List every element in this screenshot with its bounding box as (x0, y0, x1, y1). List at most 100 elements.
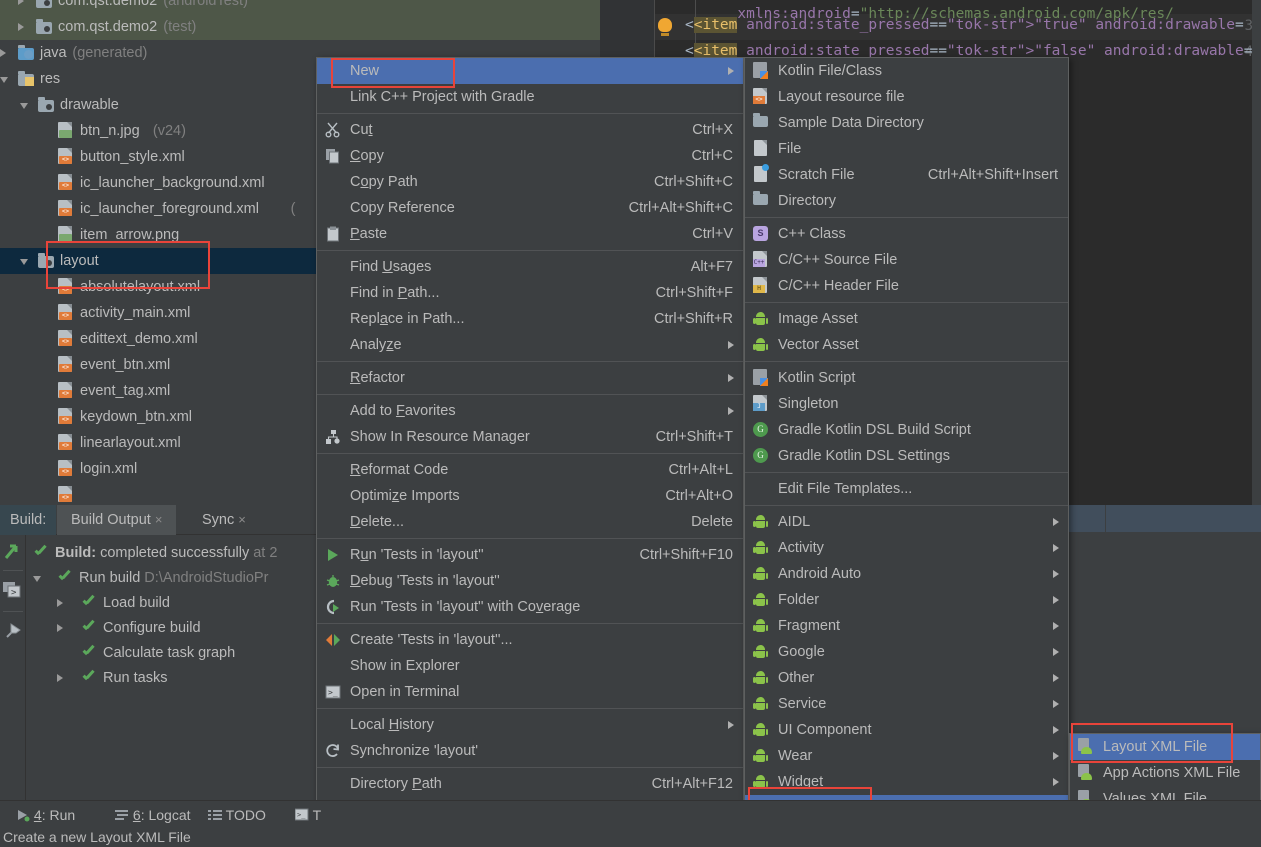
new-item-scratch-file[interactable]: Scratch File Ctrl+Alt+Shift+Insert (745, 162, 1068, 188)
menu-item-reformat-code[interactable]: Reformat Code Ctrl+Alt+L (317, 457, 743, 483)
new-item-layout-resource-file[interactable]: <> Layout resource file (745, 84, 1068, 110)
menu-item-run-tests-in-layout-with-coverage[interactable]: Run 'Tests in 'layout'' with Coverage (317, 594, 743, 620)
new-item-c-c++-source-file[interactable]: C++ C/C++ Source File (745, 247, 1068, 273)
editor-scrollbar[interactable] (1252, 0, 1261, 505)
lightbulb-icon[interactable] (658, 18, 672, 36)
pin-icon[interactable] (2, 621, 24, 643)
menu-item-analyze[interactable]: Analyze (317, 332, 743, 358)
menu-item-local-history[interactable]: Local History (317, 712, 743, 738)
menu-item-cut[interactable]: Cut Ctrl+X (317, 117, 743, 143)
chevron-right-icon[interactable] (18, 0, 24, 5)
tool-window-button-t[interactable]: >_ T (294, 801, 321, 829)
xml-item-layout-xml-file[interactable]: Layout XML File (1070, 734, 1260, 760)
new-item-wear[interactable]: Wear (745, 743, 1068, 769)
new-item-ui-component[interactable]: UI Component (745, 717, 1068, 743)
new-item-folder[interactable]: Folder (745, 587, 1068, 613)
chevron-right-icon[interactable] (57, 624, 63, 632)
new-item-gradle-kotlin-dsl-settings[interactable]: G Gradle Kotlin DSL Settings (745, 443, 1068, 469)
menu-item-open-in-terminal[interactable]: >_ Open in Terminal (317, 679, 743, 705)
tool-window-button-run[interactable]: 4: Run (16, 801, 75, 829)
chevron-right-icon[interactable] (0, 49, 6, 57)
tool-window-label: : Logcat (140, 807, 191, 823)
menu-item-replace-in-path[interactable]: Replace in Path... Ctrl+Shift+R (317, 306, 743, 332)
android-studio-window: xmlns:android="http://schemas.android.co… (0, 0, 1261, 847)
success-check-icon (81, 595, 95, 609)
chevron-right-icon[interactable] (57, 599, 63, 607)
new-item-kotlin-script[interactable]: Kotlin Script (745, 365, 1068, 391)
tree-item-com-qst-demo2[interactable]: com.qst.demo2 (test) (0, 14, 600, 40)
new-item-file[interactable]: File (745, 136, 1068, 162)
menu-item-link-c++-project-with-gradle[interactable]: Link C++ Project with Gradle (317, 84, 743, 110)
android-icon (753, 748, 768, 763)
menu-item-copy[interactable]: Copy Ctrl+C (317, 143, 743, 169)
menu-item-find-usages[interactable]: Find Usages Alt+F7 (317, 254, 743, 280)
new-item-other[interactable]: Other (745, 665, 1068, 691)
xml-file-icon: <> (58, 174, 74, 191)
menu-item-run-tests-in-layout[interactable]: Run 'Tests in 'layout'' Ctrl+Shift+F10 (317, 542, 743, 568)
menu-item-label: Wear (778, 748, 813, 764)
terminal-icon: >_ (294, 808, 309, 821)
menu-item-debug-tests-in-layout[interactable]: Debug 'Tests in 'layout'' (317, 568, 743, 594)
tab-sync[interactable]: Sync × (188, 505, 260, 535)
tab-build-output[interactable]: Build Output × (57, 505, 177, 535)
chevron-right-icon[interactable] (57, 674, 63, 682)
chevron-right-icon (728, 67, 734, 75)
new-item-activity[interactable]: Activity (745, 535, 1068, 561)
new-item-kotlin-file-class[interactable]: Kotlin File/Class (745, 58, 1068, 84)
menu-item-find-in-path[interactable]: Find in Path... Ctrl+Shift+F (317, 280, 743, 306)
menu-separator (317, 394, 743, 395)
new-item-c++-class[interactable]: S C++ Class (745, 221, 1068, 247)
xml-item-app-actions-xml-file[interactable]: App Actions XML File (1070, 760, 1260, 786)
paste-icon (327, 226, 339, 242)
new-item-sample-data-directory[interactable]: Sample Data Directory (745, 110, 1068, 136)
new-item-google[interactable]: Google (745, 639, 1068, 665)
chevron-down-icon[interactable] (0, 77, 8, 83)
new-item-edit-file-templates[interactable]: Edit File Templates... (745, 476, 1068, 502)
tool-window-button-logcat[interactable]: 6: Logcat (115, 801, 191, 829)
close-icon[interactable]: × (238, 512, 246, 527)
chevron-down-icon[interactable] (20, 259, 28, 265)
right-tab-1[interactable] (1069, 505, 1105, 532)
menu-item-create-tests-in-layout[interactable]: Create 'Tests in 'layout''... (317, 627, 743, 653)
menu-item-delete[interactable]: Delete... Delete (317, 509, 743, 535)
context-menu[interactable]: New Link C++ Project with Gradle Cut Ctrl+X… (316, 57, 744, 847)
menu-item-new[interactable]: New (317, 58, 743, 84)
bottom-tool-window-bar[interactable]: 4: Run 6: Logcat TODO >_ T (0, 800, 1261, 828)
menu-item-add-to-favorites[interactable]: Add to Favorites (317, 398, 743, 424)
jump-to-source-icon[interactable] (2, 541, 24, 563)
new-item-c-c++-header-file[interactable]: H C/C++ Header File (745, 273, 1068, 299)
menu-item-label: Scratch File (778, 167, 855, 183)
new-item-service[interactable]: Service (745, 691, 1068, 717)
menu-item-copy-reference[interactable]: Copy Reference Ctrl+Alt+Shift+C (317, 195, 743, 221)
new-item-fragment[interactable]: Fragment (745, 613, 1068, 639)
new-item-aidl[interactable]: AIDL (745, 509, 1068, 535)
new-item-gradle-kotlin-dsl-build-script[interactable]: G Gradle Kotlin DSL Build Script (745, 417, 1068, 443)
right-tab-2[interactable] (1106, 505, 1261, 532)
menu-item-synchronize-layout[interactable]: Synchronize 'layout' (317, 738, 743, 764)
chevron-right-icon[interactable] (18, 23, 24, 31)
build-side-toolbar[interactable]: > (0, 535, 26, 810)
new-item-android-auto[interactable]: Android Auto (745, 561, 1068, 587)
menu-item-show-in-resource-manager[interactable]: Show In Resource Manager Ctrl+Shift+T (317, 424, 743, 450)
menu-item-refactor[interactable]: Refactor (317, 365, 743, 391)
chevron-down-icon[interactable] (33, 576, 41, 582)
folder-icon (38, 97, 54, 113)
menu-item-directory-path[interactable]: Directory Path Ctrl+Alt+F12 (317, 771, 743, 797)
expand-icon[interactable]: > (2, 580, 24, 602)
tool-window-button-todo[interactable]: TODO (208, 801, 266, 829)
close-icon[interactable]: × (155, 512, 163, 527)
new-item-singleton[interactable]: J Singleton (745, 391, 1068, 417)
new-submenu[interactable]: Kotlin File/Class <> Layout resource file S… (744, 57, 1069, 847)
new-item-widget[interactable]: Widget (745, 769, 1068, 795)
menu-item-optimize-imports[interactable]: Optimize Imports Ctrl+Alt+O (317, 483, 743, 509)
menu-item-label: Optimize Imports (350, 488, 460, 504)
menu-item-copy-path[interactable]: Copy Path Ctrl+Shift+C (317, 169, 743, 195)
chevron-down-icon[interactable] (20, 103, 28, 109)
menu-item-paste[interactable]: Paste Ctrl+V (317, 221, 743, 247)
new-item-image-asset[interactable]: Image Asset (745, 306, 1068, 332)
new-item-directory[interactable]: Directory (745, 188, 1068, 214)
tree-item-com-qst-demo2[interactable]: com.qst.demo2 (androidTest) (0, 0, 600, 14)
menu-item-show-in-explorer[interactable]: Show in Explorer (317, 653, 743, 679)
new-item-vector-asset[interactable]: Vector Asset (745, 332, 1068, 358)
scissors-icon (325, 122, 340, 138)
